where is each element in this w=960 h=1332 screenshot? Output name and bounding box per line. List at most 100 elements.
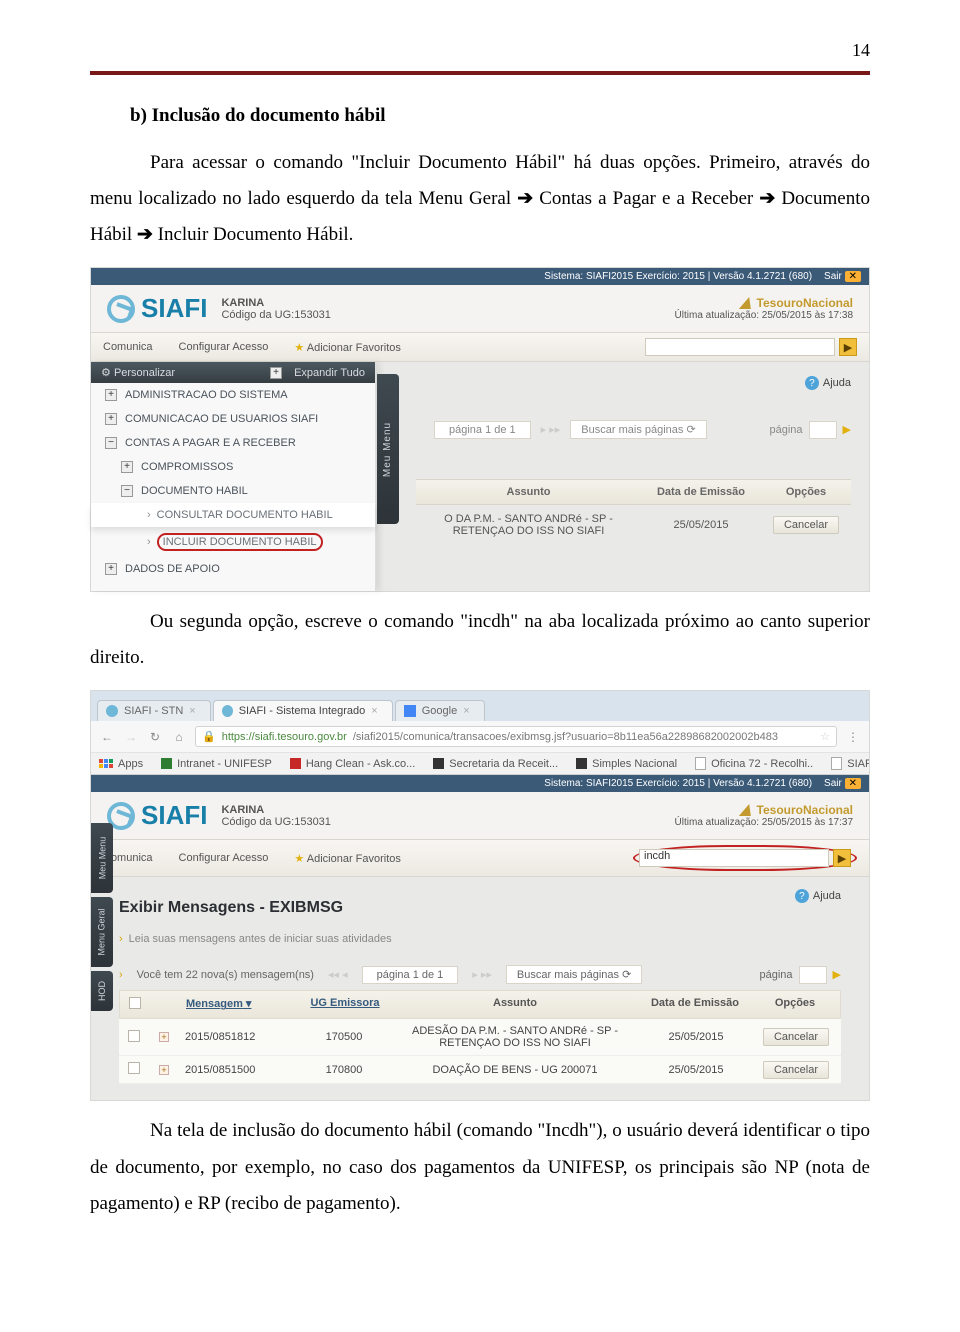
sidebar-item-admin[interactable]: +ADMINISTRACAO DO SISTEMA — [91, 383, 375, 407]
browser-tab-active[interactable]: SIAFI - Sistema Integrado× — [213, 700, 393, 721]
close-icon[interactable]: ✕ — [845, 271, 861, 282]
sidebar-item-comunica[interactable]: +COMUNICACAO DE USUARIOS SIAFI — [91, 407, 375, 431]
close-icon[interactable]: × — [463, 705, 469, 717]
minus-icon: − — [121, 485, 133, 497]
bookmark-item[interactable]: Secretaria da Receit... — [433, 758, 558, 770]
sidebar-expand-all[interactable]: Expandir Tudo — [294, 367, 365, 379]
col-data: Data de Emissão — [641, 480, 761, 504]
search-more-button[interactable]: Buscar mais páginas ⟳ — [506, 965, 642, 984]
messages-count-row: › Você tem 22 nova(s) mensagem(ns) ◂◂ ◂ … — [119, 965, 841, 984]
bookmark-icon[interactable]: ☆ — [820, 730, 830, 743]
help-link[interactable]: ?Ajuda — [795, 889, 841, 903]
table-row: + 2015/0851500 170800 DOAÇÃO DE BENS - U… — [119, 1056, 841, 1084]
apps-button[interactable]: Apps — [99, 758, 143, 770]
tesouro-label: TesouroNacional — [757, 296, 853, 310]
bookmark-item[interactable]: Hang Clean - Ask.co... — [290, 758, 415, 770]
address-input[interactable]: 🔒 https://siafi.tesouro.gov.br/siafi2015… — [195, 726, 837, 747]
plus-icon: + — [105, 413, 117, 425]
next-icon[interactable]: ▸ ▸▸ — [472, 968, 492, 981]
go-page-icon[interactable]: ▶ — [843, 423, 851, 436]
sidebar-item-compromissos[interactable]: +COMPROMISSOS — [91, 455, 375, 479]
close-icon[interactable]: × — [189, 705, 195, 717]
command-input[interactable] — [645, 338, 835, 356]
go-page-icon[interactable]: ▶ — [833, 968, 841, 981]
menu-bar: Comunica Configurar Acesso ★ Adicionar F… — [91, 332, 869, 362]
table-header: Mensagem ▾ UG Emissora Assunto Data de E… — [119, 990, 841, 1019]
page-indicator: página 1 de 1 — [362, 966, 459, 984]
cancel-button[interactable]: Cancelar — [773, 516, 839, 534]
sidebar-item-consultar[interactable]: ›CONSULTAR DOCUMENTO HABIL — [91, 503, 375, 527]
section-heading: b) Inclusão do documento hábil — [130, 105, 870, 127]
col-assunto: Assunto — [416, 480, 641, 504]
tesouro-label: TesouroNacional — [757, 803, 853, 817]
help-icon: ? — [795, 889, 809, 903]
user-block: KARINA Código da UG:153031 — [221, 804, 330, 828]
cell-data: 25/05/2015 — [641, 511, 761, 539]
checkbox[interactable] — [128, 1030, 140, 1042]
username: KARINA — [221, 804, 264, 816]
cell-assunto: O DA P.M. - SANTO ANDRé - SP - RETENÇAO … — [416, 505, 641, 545]
screenshot-1: Sistema: SIAFI2015 Exercício: 2015 | Ver… — [90, 267, 870, 592]
menu-favorites[interactable]: Adicionar Favoritos — [307, 342, 401, 354]
branding-bar: SIAFI KARINA Código da UG:153031 Tesouro… — [91, 792, 869, 839]
favicon-icon — [290, 758, 301, 769]
exit-button[interactable]: Sair ✕ — [824, 271, 861, 282]
screenshot-2: SIAFI - STN× SIAFI - Sistema Integrado× … — [90, 690, 870, 1101]
url-path: /siafi2015/comunica/transacoes/exibmsg.j… — [353, 731, 778, 743]
favicon-icon — [222, 705, 233, 717]
menu-icon[interactable]: ⋮ — [845, 729, 861, 745]
favicon-icon — [576, 758, 587, 769]
page-input[interactable] — [799, 966, 827, 984]
cell-assunto: ADESÃO DA P.M. - SANTO ANDRé - SP - RETE… — [389, 1019, 641, 1055]
cancel-button[interactable]: Cancelar — [763, 1028, 829, 1046]
next-icon[interactable]: ▸ ▸▸ — [541, 423, 561, 436]
close-icon[interactable]: × — [371, 705, 377, 717]
bookmark-item[interactable]: SIAFI Gerencial - We.. — [831, 757, 869, 770]
col-data: Data de Emissão — [640, 991, 750, 1018]
exit-button[interactable]: Sair ✕ — [824, 778, 861, 789]
favicon-icon — [831, 757, 842, 770]
menu-config[interactable]: Configurar Acesso — [179, 852, 269, 864]
reload-icon[interactable]: ↻ — [147, 729, 163, 745]
go-button[interactable]: ▶ — [839, 338, 857, 356]
go-button[interactable]: ▶ — [833, 849, 851, 867]
sidebar-item-dados-apoio[interactable]: +DADOS DE APOIO — [91, 557, 375, 581]
browser-chrome: SIAFI - STN× SIAFI - Sistema Integrado× … — [91, 691, 869, 775]
command-input[interactable]: incdh — [639, 849, 829, 867]
close-icon[interactable]: ✕ — [845, 778, 861, 789]
checkbox[interactable] — [128, 1062, 140, 1074]
help-link[interactable]: ?Ajuda — [416, 376, 851, 390]
sidebar-item-doc-habil[interactable]: −DOCUMENTO HABIL — [91, 479, 375, 503]
col-ug[interactable]: UG Emissora — [300, 991, 390, 1018]
expand-icon[interactable]: + — [270, 367, 282, 379]
sidebar-personalize[interactable]: Personalizar — [114, 367, 175, 379]
plus-icon: + — [105, 389, 117, 401]
user-block: KARINA Código da UG:153031 — [221, 297, 330, 321]
back-icon[interactable]: ← — [99, 729, 115, 745]
page-input[interactable] — [809, 421, 837, 439]
bookmark-item[interactable]: Simples Nacional — [576, 758, 677, 770]
arrow-icon: ➔ — [517, 188, 533, 209]
bookmark-item[interactable]: Oficina 72 - Recolhi.. — [695, 757, 813, 770]
menu-config[interactable]: Configurar Acesso — [179, 341, 269, 353]
menu-comunica[interactable]: Comunica — [103, 341, 153, 353]
checkbox[interactable] — [129, 997, 141, 1009]
prev-icon[interactable]: ◂◂ ◂ — [328, 968, 348, 981]
expand-icon[interactable]: + — [159, 1065, 169, 1075]
forward-icon[interactable]: → — [123, 729, 139, 745]
sidebar-item-contas[interactable]: −CONTAS A PAGAR E A RECEBER — [91, 431, 375, 455]
col-mensagem[interactable]: Mensagem ▾ — [180, 991, 300, 1018]
username: KARINA — [221, 297, 264, 309]
chevron-right-icon: › — [119, 933, 123, 945]
home-icon[interactable]: ⌂ — [171, 729, 187, 745]
cancel-button[interactable]: Cancelar — [763, 1061, 829, 1079]
browser-tab[interactable]: SIAFI - STN× — [97, 700, 211, 721]
menu-favorites[interactable]: Adicionar Favoritos — [307, 853, 401, 865]
siafi-logo: SIAFI — [107, 293, 207, 324]
search-more-button[interactable]: Buscar mais páginas ⟳ — [570, 420, 706, 439]
sidebar-item-incluir[interactable]: ›INCLUIR DOCUMENTO HABIL — [91, 527, 375, 557]
menu-bar: Comunica Configurar Acesso ★ Adicionar F… — [91, 839, 869, 877]
browser-tab[interactable]: Google× — [395, 700, 485, 721]
bookmark-item[interactable]: Intranet - UNIFESP — [161, 758, 272, 770]
expand-icon[interactable]: + — [159, 1032, 169, 1042]
